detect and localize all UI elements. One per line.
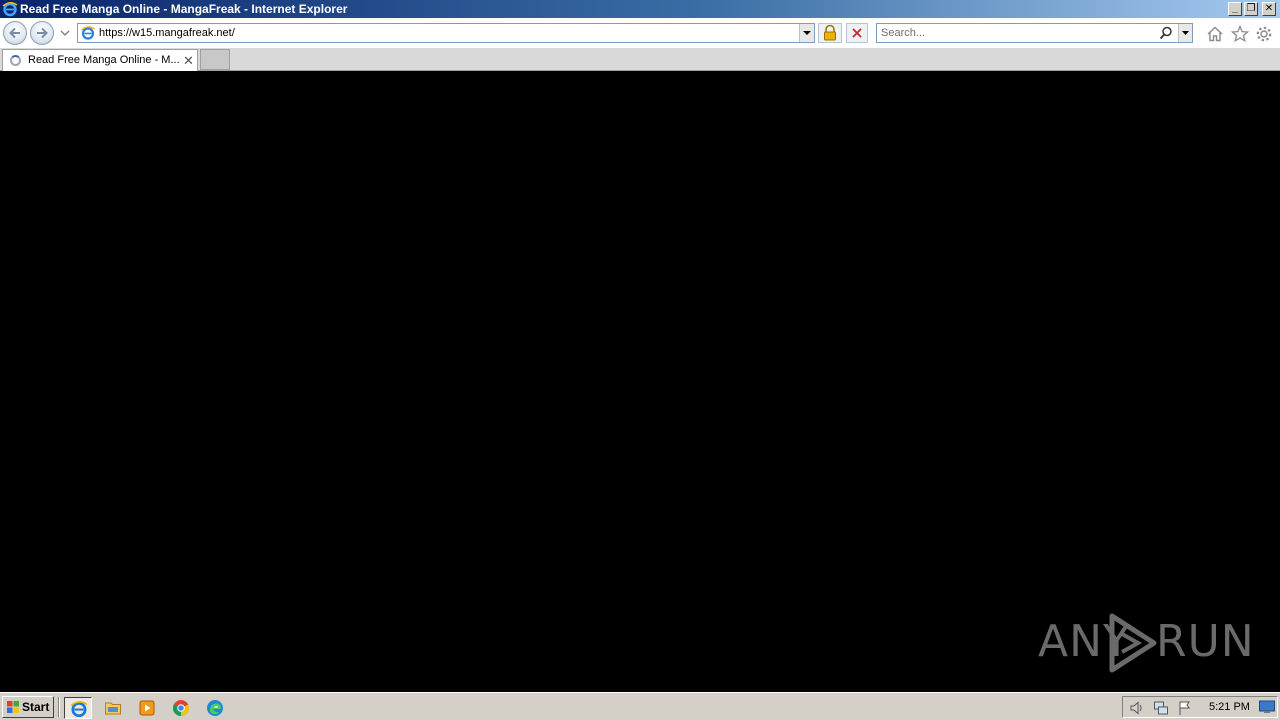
tab-active[interactable]: Read Free Manga Online - M... ✕ [2,49,198,71]
home-icon[interactable] [1205,24,1225,44]
clock[interactable]: 5:21 PM [1209,701,1250,713]
address-bar[interactable] [77,23,815,43]
tab-close-icon[interactable]: ✕ [183,53,194,69]
start-label: Start [22,700,50,714]
star-icon[interactable] [1230,24,1250,44]
media-player-icon [139,700,155,716]
address-input[interactable] [99,24,799,42]
tab-label: Read Free Manga Online - M... [28,54,180,66]
system-tray: 5:21 PM [1122,696,1278,718]
search-input[interactable] [881,24,1151,42]
edge-icon [207,700,223,716]
chevron-down-icon [803,31,811,35]
page-content[interactable]: ANY RUN [0,72,1280,692]
show-desktop-icon[interactable] [1259,700,1275,714]
back-button[interactable] [3,21,27,45]
watermark-text-right: RUN [1156,616,1255,667]
arrow-right-icon [37,27,48,39]
window-title: Read Free Manga Online - MangaFreak - In… [20,2,348,16]
taskbar-edge[interactable] [201,697,229,719]
close-window-button[interactable]: ✕ [1262,2,1276,16]
new-tab-button[interactable] [200,49,230,70]
forward-button[interactable] [30,21,54,45]
folder-icon [105,702,121,715]
windows-logo-icon [7,701,19,713]
tab-bar: Read Free Manga Online - M... ✕ [0,48,1280,71]
arrow-left-icon [9,27,20,39]
taskbar-chrome[interactable] [167,697,195,719]
internet-explorer-icon [70,701,88,718]
action-center-flag-icon[interactable] [1177,700,1193,716]
network-icon[interactable] [1153,700,1169,716]
taskbar-internet-explorer[interactable] [64,697,92,719]
speaker-icon[interactable] [1129,700,1145,716]
history-dropdown-icon[interactable] [60,29,70,37]
chrome-icon [172,700,190,716]
taskbar-separator [58,697,60,717]
taskbar-media-player[interactable] [133,697,161,719]
start-button[interactable]: Start [2,696,54,718]
internet-explorer-icon [2,2,18,17]
chevron-down-icon [1182,31,1189,35]
anyrun-watermark: ANY RUN [1038,610,1254,674]
loading-spinner-icon [10,55,21,66]
lock-icon [824,24,836,41]
close-icon [852,28,862,38]
taskbar-file-explorer[interactable] [99,697,127,719]
stop-button[interactable] [846,23,868,43]
minimize-button[interactable]: _ [1228,2,1242,16]
play-logo-icon [1109,613,1157,673]
search-bar[interactable] [876,23,1193,43]
page-favicon-icon [81,26,95,40]
address-dropdown-button[interactable] [799,24,814,42]
search-icon[interactable] [1159,26,1173,40]
search-dropdown-button[interactable] [1178,24,1192,42]
taskbar: Start 5:21 PM [0,692,1280,720]
window-titlebar[interactable]: Read Free Manga Online - MangaFreak - In… [0,0,1280,18]
navigation-bar [0,18,1280,48]
restore-button[interactable]: ❐ [1244,2,1258,16]
security-report-button[interactable] [818,23,842,43]
gear-icon[interactable] [1254,24,1274,44]
